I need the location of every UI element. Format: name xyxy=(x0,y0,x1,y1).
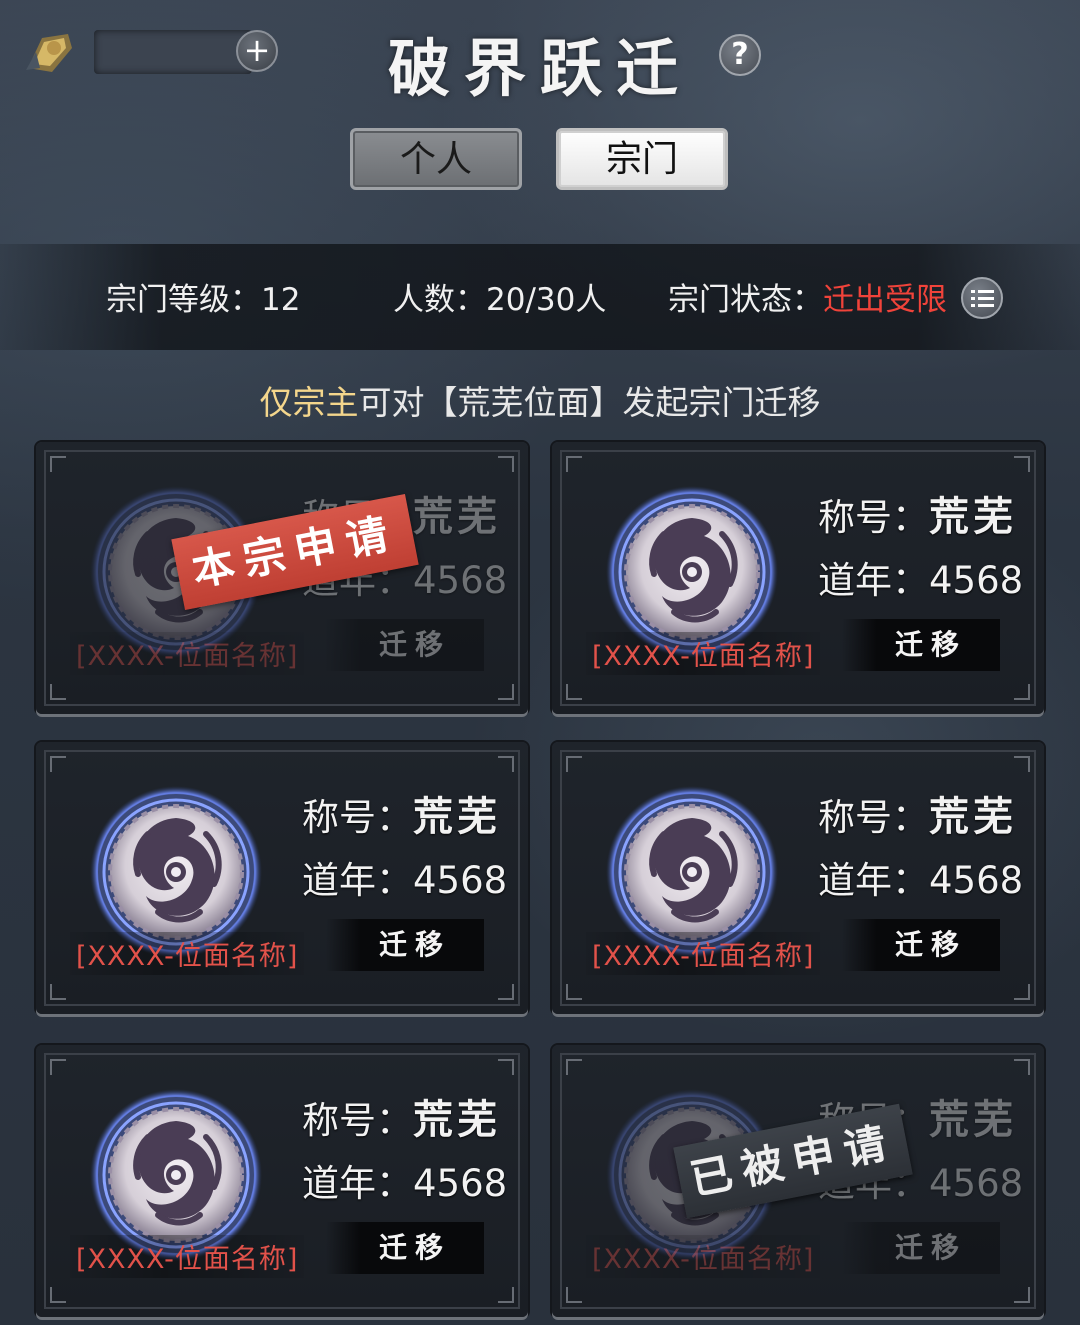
member-count-label: 人数： xyxy=(393,282,486,318)
frame-corner xyxy=(566,1059,582,1075)
frame-corner xyxy=(50,1059,66,1075)
frame-corner xyxy=(50,756,66,772)
plane-year-label: 道年： xyxy=(818,859,929,902)
frame-corner xyxy=(50,984,66,1000)
plane-title: 称号：荒芜 xyxy=(302,784,501,842)
help-button[interactable]: ? xyxy=(719,34,761,76)
notice-text: 可对【荒芜位面】发起宗门迁移 xyxy=(358,383,821,422)
plane-year-value: 4568 xyxy=(413,1162,508,1205)
plane-name: [XXXX-位面名称] xyxy=(586,932,821,975)
plane-year-value: 4568 xyxy=(929,559,1024,602)
member-count: 人数：20/30人 xyxy=(393,274,606,319)
frame-corner xyxy=(50,684,66,700)
plane-card: 称号：荒芜 道年：4568 [XXXX-位面名称] 迁移 已被申请 xyxy=(552,1045,1044,1317)
tab-personal[interactable]: 个人 xyxy=(350,128,522,190)
plane-year-value: 4568 xyxy=(413,859,508,902)
plane-year: 道年：4568 xyxy=(302,1153,507,1207)
plane-title: 称号：荒芜 xyxy=(302,1087,501,1145)
frame-corner xyxy=(498,456,514,472)
plane-year: 道年：4568 xyxy=(818,850,1023,904)
plane-title-value: 荒芜 xyxy=(929,793,1017,840)
sect-status: 宗门状态：迁出受限 xyxy=(668,274,947,319)
frame-corner xyxy=(1014,756,1030,772)
plane-title: 称号：荒芜 xyxy=(818,484,1017,542)
sect-status-value: 迁出受限 xyxy=(823,282,947,318)
plane-title: 称号：荒芜 xyxy=(818,784,1017,842)
list-icon xyxy=(971,290,994,307)
plane-year-label: 道年： xyxy=(818,559,929,602)
sect-level: 宗门等级：12 xyxy=(106,274,300,319)
plane-year-label: 道年： xyxy=(302,1162,413,1205)
page-title: 破界跃迁 xyxy=(387,32,692,105)
tab-sect[interactable]: 宗门 xyxy=(556,128,728,190)
plane-year: 道年：4568 xyxy=(818,550,1023,604)
frame-corner xyxy=(1014,984,1030,1000)
frame-corner xyxy=(50,456,66,472)
frame-corner xyxy=(1014,1059,1030,1075)
member-count-value: 20/30人 xyxy=(486,282,607,318)
plane-name: [XXXX-位面名称] xyxy=(586,632,821,675)
migrate-button[interactable]: 迁移 xyxy=(842,1222,1000,1274)
plane-title-value: 荒芜 xyxy=(413,793,501,840)
question-icon: ? xyxy=(731,37,749,72)
plane-title-label: 称号： xyxy=(818,796,929,839)
migrate-button[interactable]: 迁移 xyxy=(326,919,484,971)
frame-corner xyxy=(566,456,582,472)
tab-bar: 个人 宗门 xyxy=(0,128,1080,192)
frame-corner xyxy=(498,1059,514,1075)
frame-corner xyxy=(498,984,514,1000)
frame-corner xyxy=(498,1287,514,1303)
sect-level-label: 宗门等级： xyxy=(106,282,261,318)
plane-year: 道年：4568 xyxy=(302,850,507,904)
frame-corner xyxy=(566,984,582,1000)
plane-title-value: 荒芜 xyxy=(413,493,501,540)
migrate-button[interactable]: 迁移 xyxy=(326,619,484,671)
plane-card: 称号：荒芜 道年：4568 [XXXX-位面名称] 迁移 本宗申请 xyxy=(36,442,528,714)
plane-title-label: 称号： xyxy=(302,796,413,839)
frame-corner xyxy=(1014,456,1030,472)
plane-year-label: 道年： xyxy=(302,859,413,902)
migrate-button[interactable]: 迁移 xyxy=(842,919,1000,971)
frame-corner xyxy=(566,1287,582,1303)
migrate-button[interactable]: 迁移 xyxy=(326,1222,484,1274)
plane-name: [XXXX-位面名称] xyxy=(70,932,305,975)
plane-title-label: 称号： xyxy=(302,1099,413,1142)
sect-level-value: 12 xyxy=(261,282,301,318)
top-bar: + 破界跃迁 ? xyxy=(0,0,1080,110)
plane-year-value: 4568 xyxy=(413,559,508,602)
plane-title-value: 荒芜 xyxy=(929,493,1017,540)
plane-card: 称号：荒芜 道年：4568 [XXXX-位面名称] 迁移 xyxy=(552,742,1044,1014)
frame-corner xyxy=(566,684,582,700)
plane-name: [XXXX-位面名称] xyxy=(70,632,305,675)
plane-title-value: 荒芜 xyxy=(929,1096,1017,1143)
frame-corner xyxy=(1014,684,1030,700)
sect-info-bar: 宗门等级：12 人数：20/30人 宗门状态：迁出受限 xyxy=(0,244,1080,350)
plane-card: 称号：荒芜 道年：4568 [XXXX-位面名称] 迁移 xyxy=(36,1045,528,1317)
plane-title-value: 荒芜 xyxy=(413,1096,501,1143)
plane-year-value: 4568 xyxy=(929,1162,1024,1205)
status-detail-button[interactable] xyxy=(961,277,1003,319)
frame-corner xyxy=(498,684,514,700)
plane-card: 称号：荒芜 道年：4568 [XXXX-位面名称] 迁移 xyxy=(552,442,1044,714)
notice-highlight: 仅宗主 xyxy=(259,383,359,422)
plane-title-label: 称号： xyxy=(818,496,929,539)
migrate-button[interactable]: 迁移 xyxy=(842,619,1000,671)
plane-card: 称号：荒芜 道年：4568 [XXXX-位面名称] 迁移 xyxy=(36,742,528,1014)
plane-name: [XXXX-位面名称] xyxy=(586,1235,821,1278)
frame-corner xyxy=(1014,1287,1030,1303)
frame-corner xyxy=(50,1287,66,1303)
frame-corner xyxy=(498,756,514,772)
frame-corner xyxy=(566,756,582,772)
migration-notice: 仅宗主可对【荒芜位面】发起宗门迁移 xyxy=(0,376,1080,424)
plane-name: [XXXX-位面名称] xyxy=(70,1235,305,1278)
plane-year-value: 4568 xyxy=(929,859,1024,902)
sect-status-label: 宗门状态： xyxy=(668,282,823,318)
